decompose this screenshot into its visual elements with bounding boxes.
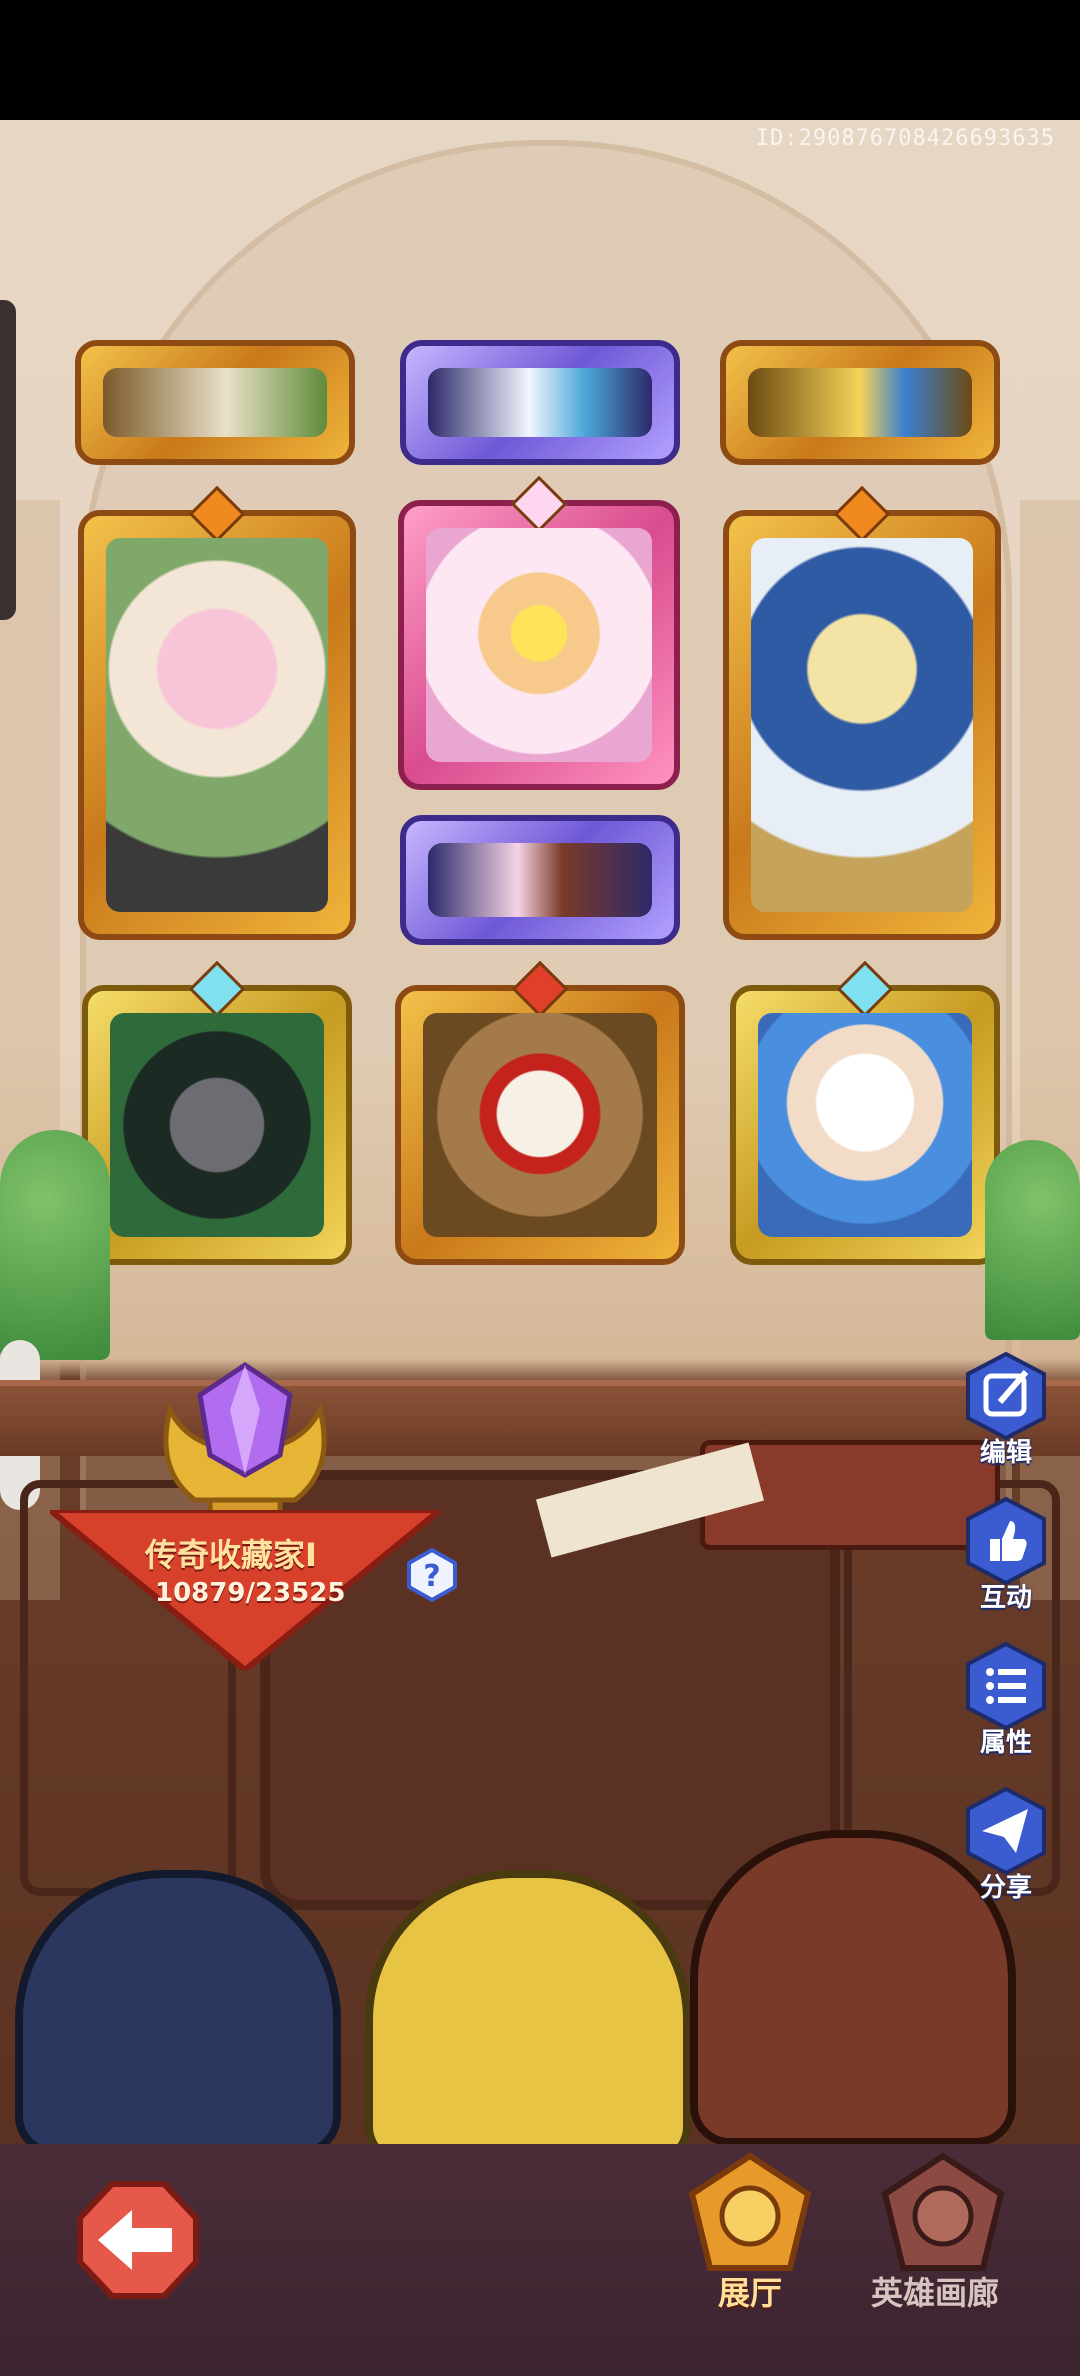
attributes-button[interactable]: 属性 bbox=[956, 1640, 1056, 1760]
weapon-art bbox=[428, 843, 652, 917]
hero-gallery-icon bbox=[881, 2152, 1004, 2271]
hero-frame-pleasant-goat[interactable] bbox=[730, 960, 1000, 1265]
thumbs-up-icon bbox=[966, 1496, 1046, 1586]
hero-portrait bbox=[426, 528, 652, 762]
send-icon bbox=[966, 1786, 1046, 1876]
help-button[interactable]: ? bbox=[405, 1548, 459, 1602]
hero-portrait bbox=[751, 538, 973, 912]
share-button[interactable]: 分享 bbox=[956, 1785, 1056, 1905]
item-frame-weapon-2[interactable] bbox=[400, 340, 680, 465]
nav-exhibition-hall[interactable]: 展厅 bbox=[670, 2150, 830, 2330]
weapon-art bbox=[748, 368, 972, 437]
back-button[interactable] bbox=[76, 2180, 200, 2300]
collector-progress: 10879/23525 bbox=[155, 1578, 346, 1608]
question-mark-icon: ? bbox=[423, 1559, 440, 1594]
player-id: ID:290876708426693635 bbox=[755, 126, 1055, 151]
hero-portrait bbox=[758, 1013, 972, 1237]
spectator-yellow bbox=[365, 1870, 691, 2166]
edit-icon bbox=[966, 1351, 1046, 1441]
hero-frame-panda-girl[interactable] bbox=[78, 485, 356, 940]
plant-right bbox=[985, 1140, 1080, 1340]
plant-left bbox=[0, 1130, 110, 1360]
side-drawer-handle[interactable] bbox=[0, 300, 16, 620]
item-frame-weapon-3[interactable] bbox=[720, 340, 1000, 465]
hero-frame-mad-dog[interactable] bbox=[395, 960, 685, 1265]
exhibition-hall-icon bbox=[688, 2152, 812, 2271]
nav-label: 英雄画廊 bbox=[870, 2274, 999, 2312]
collector-trophy-stand[interactable]: 传奇收藏家I 10879/23525 ? bbox=[50, 1350, 457, 1670]
hero-portrait bbox=[423, 1013, 657, 1237]
weapon-art bbox=[428, 368, 652, 437]
hero-frame-grey-wolf[interactable] bbox=[82, 960, 352, 1265]
collector-title: 传奇收藏家I bbox=[145, 1536, 317, 1574]
hero-frame-golden-knight[interactable] bbox=[723, 485, 1001, 940]
interact-button[interactable]: 互动 bbox=[956, 1495, 1056, 1615]
status-bar-area bbox=[0, 0, 1080, 120]
item-frame-weapon-1[interactable] bbox=[75, 340, 355, 465]
nav-label: 展厅 bbox=[717, 2274, 782, 2312]
hero-portrait bbox=[110, 1013, 324, 1237]
edit-button[interactable]: 编辑 bbox=[956, 1350, 1056, 1470]
spectator-navy bbox=[15, 1870, 341, 2156]
list-icon bbox=[966, 1641, 1046, 1731]
weapon-art bbox=[103, 368, 327, 437]
nav-hero-gallery[interactable]: 英雄画廊 bbox=[850, 2150, 1020, 2330]
item-frame-weapon-4[interactable] bbox=[400, 815, 680, 945]
hero-frame-star-girl[interactable] bbox=[398, 475, 680, 790]
hero-portrait bbox=[106, 538, 328, 912]
